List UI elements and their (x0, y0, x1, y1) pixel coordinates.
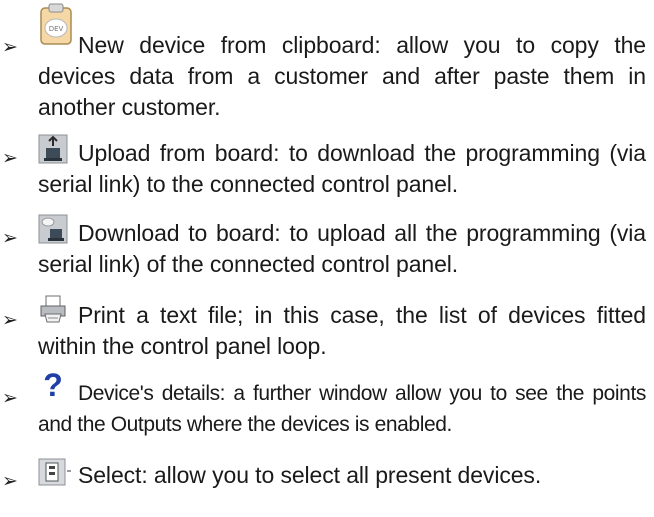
manual-page: ➢ DEV New device from clipboard: allow y… (0, 0, 654, 517)
bullet-arrow-icon: ➢ (2, 147, 18, 169)
item-description: Download to board: to upload all the pro… (38, 220, 646, 277)
item-description: Print a text file; in this case, the lis… (38, 302, 646, 359)
bullet-arrow-icon: ➢ (2, 36, 18, 58)
bullet-arrow-icon: ➢ (2, 227, 18, 249)
item-description: Upload from board: to download the progr… (38, 140, 646, 197)
bullet-arrow-icon: ➢ (2, 387, 18, 409)
bullet-arrow-icon: ➢ (2, 309, 18, 331)
bullet-arrow-icon: ➢ (2, 470, 18, 492)
item-description: Device's details: a further window allow… (38, 382, 646, 436)
item-description: New device from clipboard: allow you to … (38, 32, 646, 120)
item-description: Select: allow you to select all present … (78, 462, 542, 488)
